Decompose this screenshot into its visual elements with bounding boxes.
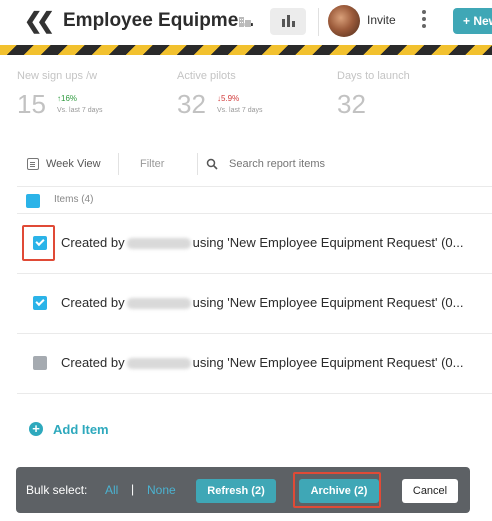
divider <box>17 393 492 394</box>
header-divider <box>318 8 319 36</box>
items-header: Items (4) <box>17 189 492 213</box>
bulk-select-label: Bulk select: <box>26 483 88 497</box>
stat-value: 32 <box>177 89 206 119</box>
search-icon <box>206 158 218 170</box>
stat-label: Active pilots <box>177 70 236 82</box>
calendar-icon[interactable] <box>27 158 39 170</box>
row-prefix: Created by <box>61 235 125 250</box>
refresh-button[interactable]: Refresh (2) <box>196 479 276 503</box>
archive-highlight <box>293 472 381 508</box>
stat-change: ↓5.9% <box>217 94 240 103</box>
plus-circle-icon: + <box>29 422 43 436</box>
stat-new-signups: New sign ups /w 15 ↑16% Vs. last 7 days <box>17 70 103 119</box>
stat-value: 32 <box>337 89 366 119</box>
report-toolbar: Week View Filter <box>17 150 492 180</box>
add-item-label: Add Item <box>53 422 109 437</box>
row-checkbox[interactable] <box>33 356 47 370</box>
chart-view-button[interactable] <box>270 8 306 35</box>
redacted-name <box>126 298 191 310</box>
row-prefix: Created by <box>61 295 125 310</box>
hazard-stripe <box>0 45 492 55</box>
list-item[interactable]: Created by using 'New Employee Equipment … <box>17 213 492 273</box>
bulk-separator: | <box>131 482 135 496</box>
page: ❮❮ Employee Equipme... Invite + New New … <box>0 0 492 521</box>
week-view-button[interactable]: Week View <box>46 158 101 170</box>
row-text: Created by using 'New Employee Equipment … <box>61 295 463 310</box>
building-icon[interactable] <box>238 14 252 28</box>
page-title: Employee Equipme... <box>63 10 255 31</box>
select-all-link[interactable]: All <box>105 483 118 497</box>
items-count-label: Items (4) <box>54 194 94 205</box>
checkmark-icon <box>35 296 45 307</box>
stat-days-to-launch: Days to launch 32 <box>337 70 410 119</box>
stat-label: Days to launch <box>337 70 410 82</box>
select-none-link[interactable]: None <box>147 483 176 497</box>
checkbox-highlight <box>22 225 55 261</box>
more-options-icon[interactable] <box>421 10 427 30</box>
row-suffix: using 'New Employee Equipment Request' (… <box>192 295 464 310</box>
divider <box>17 186 492 187</box>
filter-button[interactable]: Filter <box>140 158 164 170</box>
stat-sub: Vs. last 7 days <box>217 107 263 114</box>
row-checkbox[interactable] <box>33 296 47 310</box>
stat-active-pilots: Active pilots 32 ↓5.9% Vs. last 7 days <box>177 70 263 119</box>
bulk-select-bar: Bulk select: All | None Refresh (2) Arch… <box>16 467 470 513</box>
stat-label: New sign ups /w <box>17 70 98 82</box>
back-chevrons-icon[interactable]: ❮❮ <box>24 10 55 32</box>
toolbar-divider <box>118 153 119 175</box>
invite-button[interactable]: Invite <box>367 13 396 27</box>
redacted-name <box>126 358 191 370</box>
stat-value: 15 <box>17 89 46 119</box>
header-bar: ❮❮ Employee Equipme... Invite + New <box>0 0 492 45</box>
select-all-checkbox[interactable] <box>26 194 40 208</box>
redacted-name <box>126 238 191 250</box>
row-prefix: Created by <box>61 355 125 370</box>
stat-sub: Vs. last 7 days <box>57 107 103 114</box>
row-suffix: using 'New Employee Equipment Request' (… <box>192 235 464 250</box>
toolbar-divider <box>197 153 198 175</box>
avatar[interactable] <box>328 5 360 37</box>
row-suffix: using 'New Employee Equipment Request' (… <box>192 355 464 370</box>
list-item[interactable]: Created by using 'New Employee Equipment … <box>17 333 492 393</box>
stat-change: ↑16% <box>57 94 78 103</box>
cancel-button[interactable]: Cancel <box>402 479 458 503</box>
row-text: Created by using 'New Employee Equipment … <box>61 355 463 370</box>
search-input[interactable] <box>229 158 429 170</box>
new-button[interactable]: + New <box>453 8 492 34</box>
list-item[interactable]: Created by using 'New Employee Equipment … <box>17 273 492 333</box>
bar-chart-icon <box>282 15 295 27</box>
row-text: Created by using 'New Employee Equipment … <box>61 235 463 250</box>
